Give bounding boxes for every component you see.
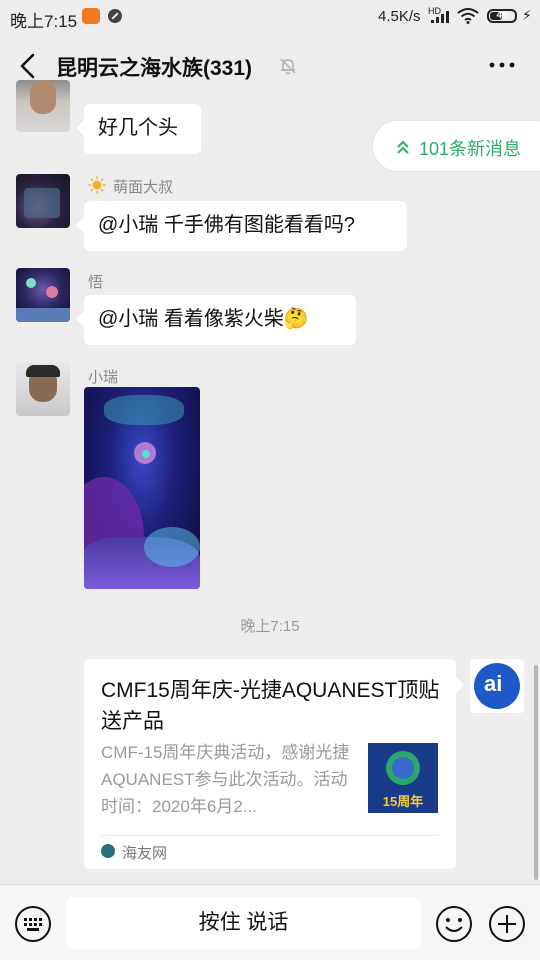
sender-name: 悟: [88, 274, 104, 291]
chat-header: 昆明云之海水族(331): [0, 34, 540, 98]
status-time: 晚上7:15: [10, 12, 78, 31]
network-speed: 4.5K/s: [378, 8, 421, 25]
card-title: CMF15周年庆-光捷AQUANEST顶贴送产品: [101, 679, 440, 733]
wifi-icon: [457, 8, 479, 24]
avatar[interactable]: ai: [470, 659, 524, 713]
card-description: CMF-15周年庆典活动，感谢光捷AQUANEST参与此次活动。活动时间：202…: [101, 743, 350, 816]
hold-to-talk-button[interactable]: 按住 说话: [66, 897, 421, 949]
message-text: 好几个头: [98, 117, 178, 139]
card-thumbnail: 15周年: [368, 743, 438, 813]
plus-icon[interactable]: [488, 905, 526, 943]
app-notification-icon: [82, 8, 100, 24]
status-bar: 晚上7:15 4.5K/s HD 49 ⚡: [0, 0, 540, 34]
message-text: @小瑞 看着像紫火柴🤔: [98, 308, 309, 330]
source-logo-icon: [101, 844, 115, 858]
card-thumbnail-label: 15周年: [382, 794, 424, 809]
do-not-disturb-icon: [108, 9, 122, 23]
back-arrow-icon[interactable]: [16, 52, 40, 80]
chat-title[interactable]: 昆明云之海水族(331): [56, 52, 252, 82]
scrollbar[interactable]: [534, 665, 538, 880]
sender-name: 萌面大叔: [113, 179, 174, 196]
signal-icon: [431, 11, 449, 23]
input-bar: 按住 说话: [0, 884, 540, 960]
message-text: @小瑞 千手佛有图能看看吗?: [98, 214, 355, 236]
sender-name: 小瑞: [88, 369, 119, 386]
card-divider: [101, 835, 439, 836]
battery-level: 49: [496, 10, 508, 21]
mute-bell-icon: [280, 58, 296, 75]
more-options-icon[interactable]: [488, 55, 516, 75]
double-chevron-up-icon: [397, 140, 409, 154]
new-messages-label: 101条新消息: [419, 139, 522, 159]
message-timestamp: 晚上7:15: [240, 618, 300, 635]
emoji-icon[interactable]: [435, 905, 473, 943]
charging-icon: ⚡: [522, 7, 532, 23]
message-image[interactable]: [84, 387, 200, 589]
keyboard-icon[interactable]: [14, 905, 52, 943]
avatar[interactable]: [16, 80, 70, 132]
avatar[interactable]: [16, 174, 70, 228]
avatar[interactable]: [16, 362, 70, 416]
sun-icon: [88, 176, 106, 194]
new-messages-button[interactable]: 101条新消息: [372, 120, 540, 172]
battery-icon: 49: [487, 9, 517, 23]
message-bubble[interactable]: @小瑞 千手佛有图能看看吗?: [76, 201, 407, 251]
message-bubble[interactable]: @小瑞 看着像紫火柴🤔: [76, 295, 356, 345]
card-source: 海友网: [122, 845, 168, 862]
link-card[interactable]: CMF15周年庆-光捷AQUANEST顶贴送产品 CMF-15周年庆典活动，感谢…: [84, 659, 464, 869]
avatar[interactable]: [16, 268, 70, 322]
message-bubble[interactable]: 好几个头: [76, 104, 201, 154]
